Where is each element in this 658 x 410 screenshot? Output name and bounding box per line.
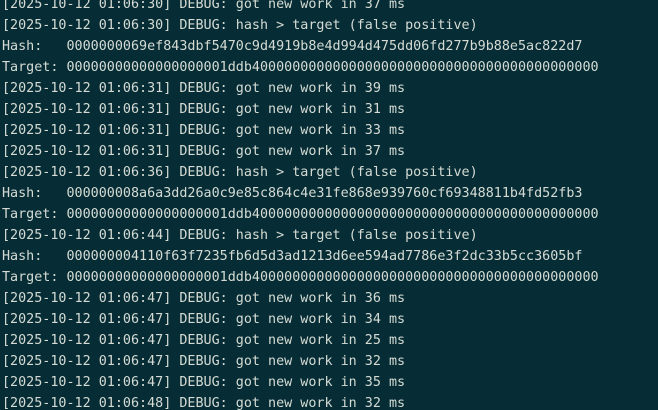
log-line-timestamp-debug: [2025-10-12 01:06:47] DEBUG: got new wor… [2,354,406,369]
terminal-window[interactable]: [2025-10-12 01:06:30] DEBUG: got new wor… [0,0,658,410]
log-line-timestamp-debug: [2025-10-12 01:06:48] DEBUG: got new wor… [2,396,406,410]
log-line-hash: Hash: 000000008a6a3dd26a0c9e85c864c4e31f… [2,186,583,201]
log-line-timestamp-debug: [2025-10-12 01:06:31] DEBUG: got new wor… [2,144,406,159]
log-line-target: Target: 00000000000000000001ddb400000000… [2,270,599,285]
log-line-timestamp-debug: [2025-10-12 01:06:31] DEBUG: got new wor… [2,102,406,117]
log-line-hash: Hash: 000000004110f63f7235fb6d5d3ad1213d… [2,249,583,264]
log-line-target: Target: 00000000000000000001ddb400000000… [2,60,599,75]
log-line-timestamp-debug: [2025-10-12 01:06:30] DEBUG: got new wor… [2,0,406,12]
log-line-timestamp-debug: [2025-10-12 01:06:44] DEBUG: hash > targ… [2,228,478,243]
log-line-timestamp-debug: [2025-10-12 01:06:31] DEBUG: got new wor… [2,81,406,96]
log-line-timestamp-debug: [2025-10-12 01:06:36] DEBUG: hash > targ… [2,165,478,180]
log-line-hash: Hash: 0000000069ef843dbf5470c9d4919b8e4d… [2,39,583,54]
log-line-timestamp-debug: [2025-10-12 01:06:47] DEBUG: got new wor… [2,333,406,348]
log-line-target: Target: 00000000000000000001ddb400000000… [2,207,599,222]
log-line-timestamp-debug: [2025-10-12 01:06:47] DEBUG: got new wor… [2,375,406,390]
log-line-timestamp-debug: [2025-10-12 01:06:30] DEBUG: hash > targ… [2,18,478,33]
terminal-output[interactable]: [2025-10-12 01:06:30] DEBUG: got new wor… [2,0,599,410]
log-line-timestamp-debug: [2025-10-12 01:06:47] DEBUG: got new wor… [2,291,406,306]
log-line-timestamp-debug: [2025-10-12 01:06:47] DEBUG: got new wor… [2,312,406,327]
log-line-timestamp-debug: [2025-10-12 01:06:31] DEBUG: got new wor… [2,123,406,138]
